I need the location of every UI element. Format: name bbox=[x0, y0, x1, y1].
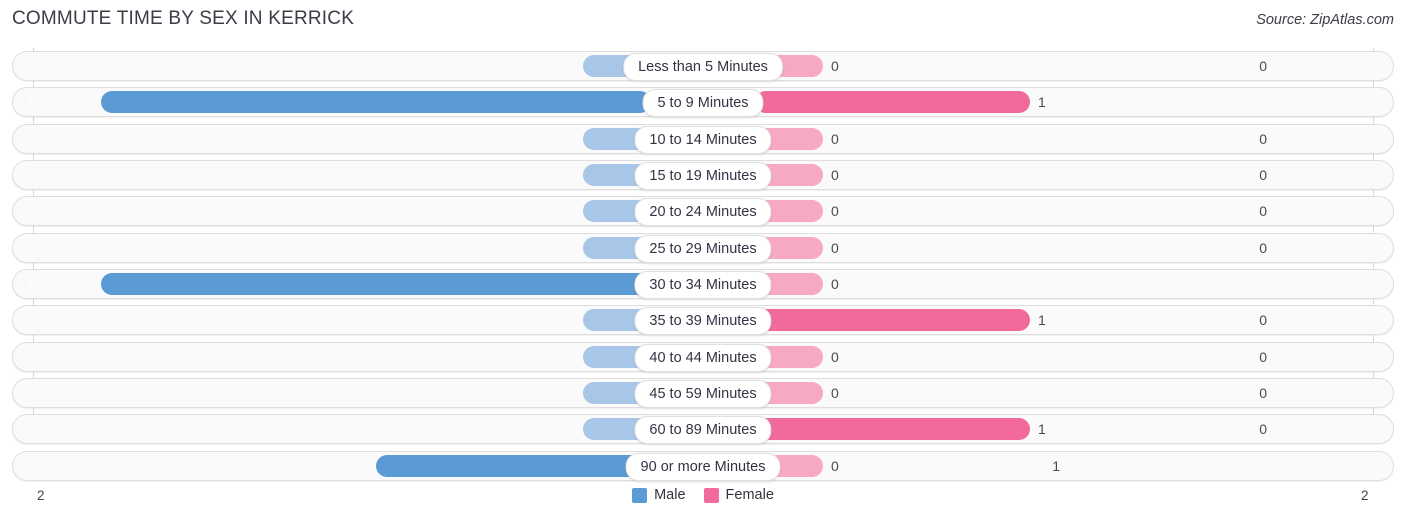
source-label: Source: ZipAtlas.com bbox=[1256, 12, 1394, 28]
bar-value-male: 0 bbox=[1259, 130, 1267, 147]
bar-value-female: 0 bbox=[831, 130, 839, 147]
bar-female[interactable] bbox=[755, 418, 1030, 441]
table-row[interactable]: 0 0 25 to 29 Minutes bbox=[12, 232, 1394, 263]
row-label: 20 to 24 Minutes bbox=[634, 198, 772, 227]
bar-value-male: 0 bbox=[1259, 239, 1267, 256]
legend-item-male[interactable]: Male bbox=[632, 487, 686, 503]
row-label: 90 or more Minutes bbox=[625, 452, 781, 481]
bar-value-female: 0 bbox=[831, 348, 839, 365]
bar-value-female: 0 bbox=[831, 166, 839, 183]
table-row[interactable]: 0 1 60 to 89 Minutes bbox=[12, 414, 1394, 445]
bar-value-male: 0 bbox=[1259, 384, 1267, 401]
bar-value-female: 0 bbox=[831, 58, 839, 74]
row-label: 30 to 34 Minutes bbox=[634, 270, 772, 299]
bar-value-female: 1 bbox=[1038, 421, 1046, 438]
table-row[interactable]: 0 0 45 to 59 Minutes bbox=[12, 377, 1394, 408]
bar-value-male: 0 bbox=[1259, 312, 1267, 329]
table-row[interactable]: 2 1 5 to 9 Minutes bbox=[12, 87, 1394, 118]
legend-item-female[interactable]: Female bbox=[703, 487, 774, 503]
bar-female[interactable] bbox=[755, 91, 1030, 114]
bar-male[interactable] bbox=[376, 454, 651, 477]
legend-label-male: Male bbox=[654, 487, 686, 503]
page-title: COMMUTE TIME BY SEX IN KERRICK bbox=[12, 8, 355, 29]
bar-value-male: 0 bbox=[1259, 203, 1267, 220]
bar-value-female: 0 bbox=[831, 239, 839, 256]
bar-value-female: 1 bbox=[1038, 94, 1046, 111]
table-row[interactable]: 0 0 10 to 14 Minutes bbox=[12, 123, 1394, 154]
bar-male[interactable] bbox=[101, 91, 651, 114]
table-row[interactable]: 0 0 20 to 24 Minutes bbox=[12, 196, 1394, 227]
bar-value-male: 0 bbox=[1259, 58, 1267, 74]
row-label: 5 to 9 Minutes bbox=[642, 89, 764, 118]
bar-value-female: 0 bbox=[831, 384, 839, 401]
bar-value-female: 0 bbox=[831, 457, 839, 474]
legend-swatch-female bbox=[703, 487, 719, 503]
bar-value-male: 0 bbox=[1259, 421, 1267, 438]
legend-label-female: Female bbox=[725, 487, 774, 503]
chart-legend: Male Female bbox=[0, 487, 1406, 503]
table-row[interactable]: 0 0 Less than 5 Minutes bbox=[12, 51, 1394, 81]
bar-male[interactable] bbox=[101, 272, 651, 295]
row-label: 10 to 14 Minutes bbox=[634, 125, 772, 154]
row-label: Less than 5 Minutes bbox=[623, 53, 783, 81]
legend-swatch-male bbox=[632, 487, 648, 503]
chart-plot-area: 0 0 Less than 5 Minutes 2 1 5 to 9 Minutes 0 0 1… bbox=[0, 48, 1406, 486]
bar-value-male: 2 bbox=[27, 275, 35, 291]
table-row[interactable]: 0 0 40 to 44 Minutes bbox=[12, 341, 1394, 372]
row-label: 60 to 89 Minutes bbox=[634, 416, 772, 445]
bar-value-female: 0 bbox=[831, 203, 839, 220]
row-label: 25 to 29 Minutes bbox=[634, 234, 772, 263]
bar-value-female: 0 bbox=[831, 275, 839, 292]
table-row[interactable]: 0 1 35 to 39 Minutes bbox=[12, 305, 1394, 336]
table-row[interactable]: 0 0 15 to 19 Minutes bbox=[12, 159, 1394, 190]
row-label: 45 to 59 Minutes bbox=[634, 379, 772, 408]
row-label: 15 to 19 Minutes bbox=[634, 161, 772, 190]
table-row[interactable]: 1 0 90 or more Minutes bbox=[12, 450, 1394, 481]
bar-value-male: 1 bbox=[1052, 457, 1060, 474]
bar-value-female: 1 bbox=[1038, 312, 1046, 329]
row-label: 35 to 39 Minutes bbox=[634, 307, 772, 336]
bar-value-male: 0 bbox=[1259, 166, 1267, 183]
bar-value-male: 2 bbox=[27, 94, 35, 110]
table-row[interactable]: 2 0 30 to 34 Minutes bbox=[12, 268, 1394, 299]
row-label: 40 to 44 Minutes bbox=[634, 343, 772, 372]
bar-value-male: 0 bbox=[1259, 348, 1267, 365]
bar-female[interactable] bbox=[755, 309, 1030, 332]
